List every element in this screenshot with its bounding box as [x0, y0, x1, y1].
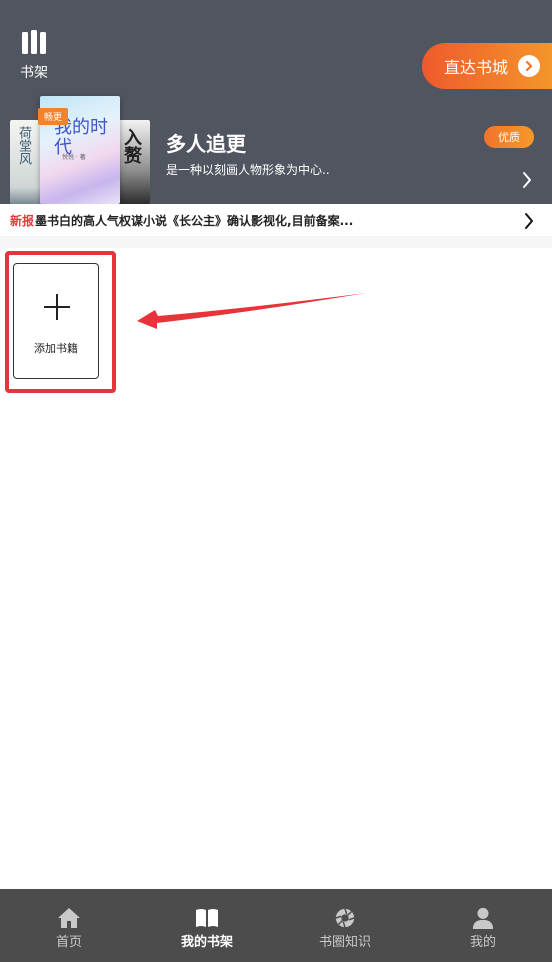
shelf-label: 书架 [20, 65, 48, 81]
go-to-store-button[interactable]: 直达书城 [422, 43, 552, 89]
user-icon [472, 907, 494, 929]
aperture-icon [335, 908, 355, 928]
bottom-tab-bar: 首页 我的书架 书圈知识 我的 [0, 889, 552, 962]
tab-my-shelf[interactable]: 我的书架 [138, 889, 276, 962]
tab-book-circle[interactable]: 书圈知识 [276, 889, 414, 962]
book-cover-title: 入赘 [121, 128, 142, 164]
store-button-label: 直达书城 [444, 58, 509, 77]
shelf-logo[interactable]: 书架 [14, 30, 54, 82]
news-text: 墨书白的高人气权谋小说《长公主》确认影视化,目前备案... [35, 213, 354, 228]
bookshelf-icon [22, 30, 46, 54]
tab-me[interactable]: 我的 [414, 889, 552, 962]
book-icon [196, 909, 218, 927]
tab-label: 书圈知识 [318, 935, 371, 950]
book-cover-author: 悦悦 · 著 [62, 154, 86, 161]
rank-badge: 畅更 [38, 108, 69, 125]
tab-home[interactable]: 首页 [0, 889, 138, 962]
news-ticker[interactable]: 新报 墨书白的高人气权谋小说《长公主》确认影视化,目前备案... [0, 204, 552, 236]
featured-book-covers[interactable]: 荷堂风 入赘 我的时代 悦悦 · 著 畅更 [10, 96, 150, 204]
featured-description: 是一种以刻画人物形象为中心.. [166, 163, 330, 177]
featured-title[interactable]: 多人追更 [166, 128, 246, 157]
chevron-right-icon[interactable] [520, 170, 534, 190]
arrow-right-circle-icon [518, 55, 540, 77]
section-divider [0, 236, 552, 248]
news-tag: 新报 [10, 213, 35, 228]
home-icon [58, 908, 80, 928]
tab-label: 首页 [55, 935, 82, 950]
tab-label: 我的书架 [180, 935, 233, 950]
annotation-highlight-box [5, 251, 116, 393]
chevron-right-icon [525, 213, 533, 229]
tab-label: 我的 [469, 935, 496, 950]
quality-badge: 优质 [484, 126, 534, 148]
book-cover-title: 荷堂风 [16, 126, 31, 165]
